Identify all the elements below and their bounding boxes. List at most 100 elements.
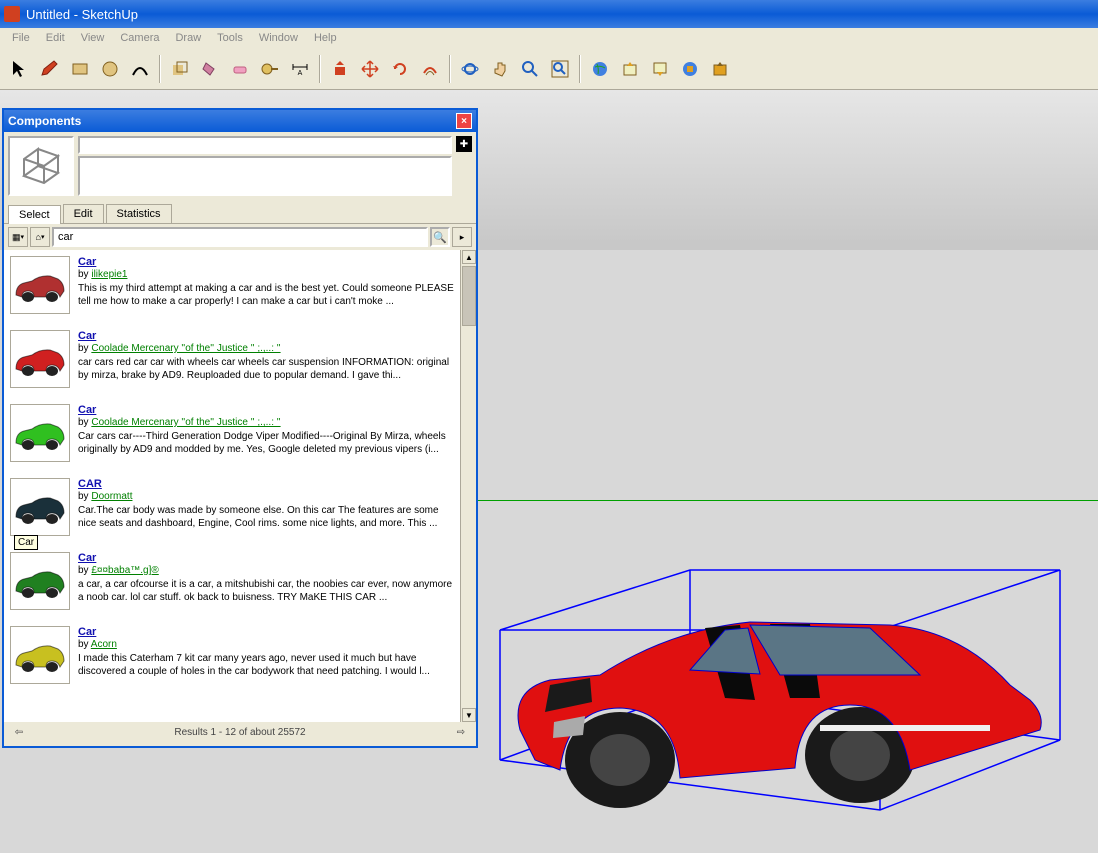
panel-close-button[interactable]: × [456, 113, 472, 129]
tab-edit[interactable]: Edit [63, 204, 104, 223]
tab-select[interactable]: Select [8, 205, 61, 224]
results-scrollbar[interactable]: ▲ ▼ [460, 250, 476, 722]
tooltip: Car [14, 535, 38, 550]
extension-tool[interactable] [676, 55, 704, 83]
panel-title: Components [8, 114, 81, 128]
result-byline: by Coolade Mercenary ''of the'' Justice … [78, 343, 281, 354]
zoom-extents-tool[interactable] [546, 55, 574, 83]
result-title-link[interactable]: Car [78, 256, 96, 268]
result-title-link[interactable]: Car [78, 626, 96, 638]
result-author-link[interactable]: Acorn [91, 639, 117, 650]
app-icon [4, 6, 20, 22]
component-name-input[interactable] [78, 136, 452, 154]
result-byline: by Coolade Mercenary ''of the'' Justice … [78, 417, 281, 428]
pan-tool[interactable] [486, 55, 514, 83]
result-title-link[interactable]: Car [78, 552, 96, 564]
result-description: This is my third attempt at making a car… [78, 282, 454, 308]
result-byline: by Acorn [78, 639, 117, 650]
result-title-link[interactable]: Car [78, 330, 96, 342]
orbit-tool[interactable] [456, 55, 484, 83]
scroll-thumb[interactable] [462, 266, 476, 326]
circle-tool[interactable] [96, 55, 124, 83]
google-earth-tool[interactable] [706, 55, 734, 83]
result-title-link[interactable]: CAR [78, 478, 102, 490]
search-button[interactable]: 🔍 [430, 227, 450, 247]
select-tool[interactable] [6, 55, 34, 83]
result-thumb [10, 256, 70, 314]
expand-button[interactable]: ✚ [456, 136, 472, 152]
search-options-button[interactable]: ▸ [452, 227, 472, 247]
search-row: ▦▾ ⌂▾ 🔍 ▸ [4, 224, 476, 250]
result-thumb [10, 626, 70, 684]
push-pull-tool[interactable] [326, 55, 354, 83]
toolbar: A [0, 48, 1098, 90]
result-item[interactable]: Carby £¤¤baba™.g]® a car, a car ofcourse … [4, 546, 460, 620]
result-description: car cars red car car with wheels car whe… [78, 356, 454, 382]
get-models-tool[interactable] [616, 55, 644, 83]
result-thumb [10, 330, 70, 388]
svg-text:A: A [298, 70, 303, 77]
result-description: Car.The car body was made by someone els… [78, 504, 454, 530]
tape-measure-tool[interactable] [256, 55, 284, 83]
result-byline: by £¤¤baba™.g]® [78, 565, 159, 576]
menu-tools[interactable]: Tools [209, 30, 251, 46]
menu-draw[interactable]: Draw [167, 30, 209, 46]
menu-help[interactable]: Help [306, 30, 345, 46]
result-item[interactable]: CARby Doormatt Car.The car body was made … [4, 472, 460, 546]
result-title-link[interactable]: Car [78, 404, 96, 416]
component-desc-input[interactable] [78, 156, 452, 196]
result-description: Car cars car----Third Generation Dodge V… [78, 430, 454, 456]
result-author-link[interactable]: Coolade Mercenary ''of the'' Justice '' … [91, 343, 280, 354]
eraser-tool[interactable] [226, 55, 254, 83]
move-tool[interactable] [356, 55, 384, 83]
paint-bucket-tool[interactable] [196, 55, 224, 83]
result-byline: by ilikepie1 [78, 269, 127, 280]
panel-header[interactable]: Components × [4, 110, 476, 132]
preview-thumbnail [8, 136, 74, 196]
add-location-tool[interactable] [586, 55, 614, 83]
menu-window[interactable]: Window [251, 30, 306, 46]
result-thumb [10, 478, 70, 536]
result-item[interactable]: Carby ilikepie1 This is my third attempt … [4, 250, 460, 324]
result-item[interactable]: Carby Coolade Mercenary ''of the'' Justi… [4, 324, 460, 398]
horizon-axis [478, 500, 1098, 501]
result-author-link[interactable]: Doormatt [91, 491, 132, 502]
menubar: FileEditViewCameraDrawToolsWindowHelp [0, 28, 1098, 48]
results-footer: ⇦ Results 1 - 12 of about 25572 ⇨ [4, 722, 476, 742]
rectangle-tool[interactable] [66, 55, 94, 83]
components-panel: Components × ✚ SelectEditStatistics ▦▾ ⌂… [2, 108, 478, 748]
tab-statistics[interactable]: Statistics [106, 204, 172, 223]
pencil-tool[interactable] [36, 55, 64, 83]
result-item[interactable]: Carby Coolade Mercenary ''of the'' Justi… [4, 398, 460, 472]
titlebar: Untitled - SketchUp [0, 0, 1098, 28]
menu-camera[interactable]: Camera [112, 30, 167, 46]
view-mode-button[interactable]: ▦▾ [8, 227, 28, 247]
result-author-link[interactable]: £¤¤baba™.g]® [91, 565, 158, 576]
results-list: Carby ilikepie1This is my third attempt … [4, 250, 460, 722]
menu-view[interactable]: View [73, 30, 113, 46]
scroll-up-arrow[interactable]: ▲ [462, 250, 476, 264]
result-description: a car, a car ofcourse it is a car, a mit… [78, 578, 454, 604]
result-item[interactable]: Carby AcornI made this Caterham 7 kit ca… [4, 620, 460, 694]
make-component-tool[interactable] [166, 55, 194, 83]
rotate-tool[interactable] [386, 55, 414, 83]
result-author-link[interactable]: ilikepie1 [91, 269, 127, 280]
panel-tabs: SelectEditStatistics [4, 200, 476, 224]
result-author-link[interactable]: Coolade Mercenary ''of the'' Justice '' … [91, 417, 280, 428]
share-model-tool[interactable] [646, 55, 674, 83]
results-count: Results 1 - 12 of about 25572 [174, 727, 305, 738]
panel-preview: ✚ [4, 132, 476, 200]
home-button[interactable]: ⌂▾ [30, 227, 50, 247]
prev-page-arrow[interactable]: ⇦ [12, 725, 26, 739]
offset-tool[interactable] [416, 55, 444, 83]
menu-edit[interactable]: Edit [38, 30, 73, 46]
scroll-down-arrow[interactable]: ▼ [462, 708, 476, 722]
zoom-tool[interactable] [516, 55, 544, 83]
menu-file[interactable]: File [4, 30, 38, 46]
arc-tool[interactable] [126, 55, 154, 83]
search-input[interactable] [52, 227, 428, 247]
next-page-arrow[interactable]: ⇨ [454, 725, 468, 739]
result-byline: by Doormatt [78, 491, 132, 502]
dimension-tool[interactable]: A [286, 55, 314, 83]
window-title: Untitled - SketchUp [26, 7, 138, 22]
